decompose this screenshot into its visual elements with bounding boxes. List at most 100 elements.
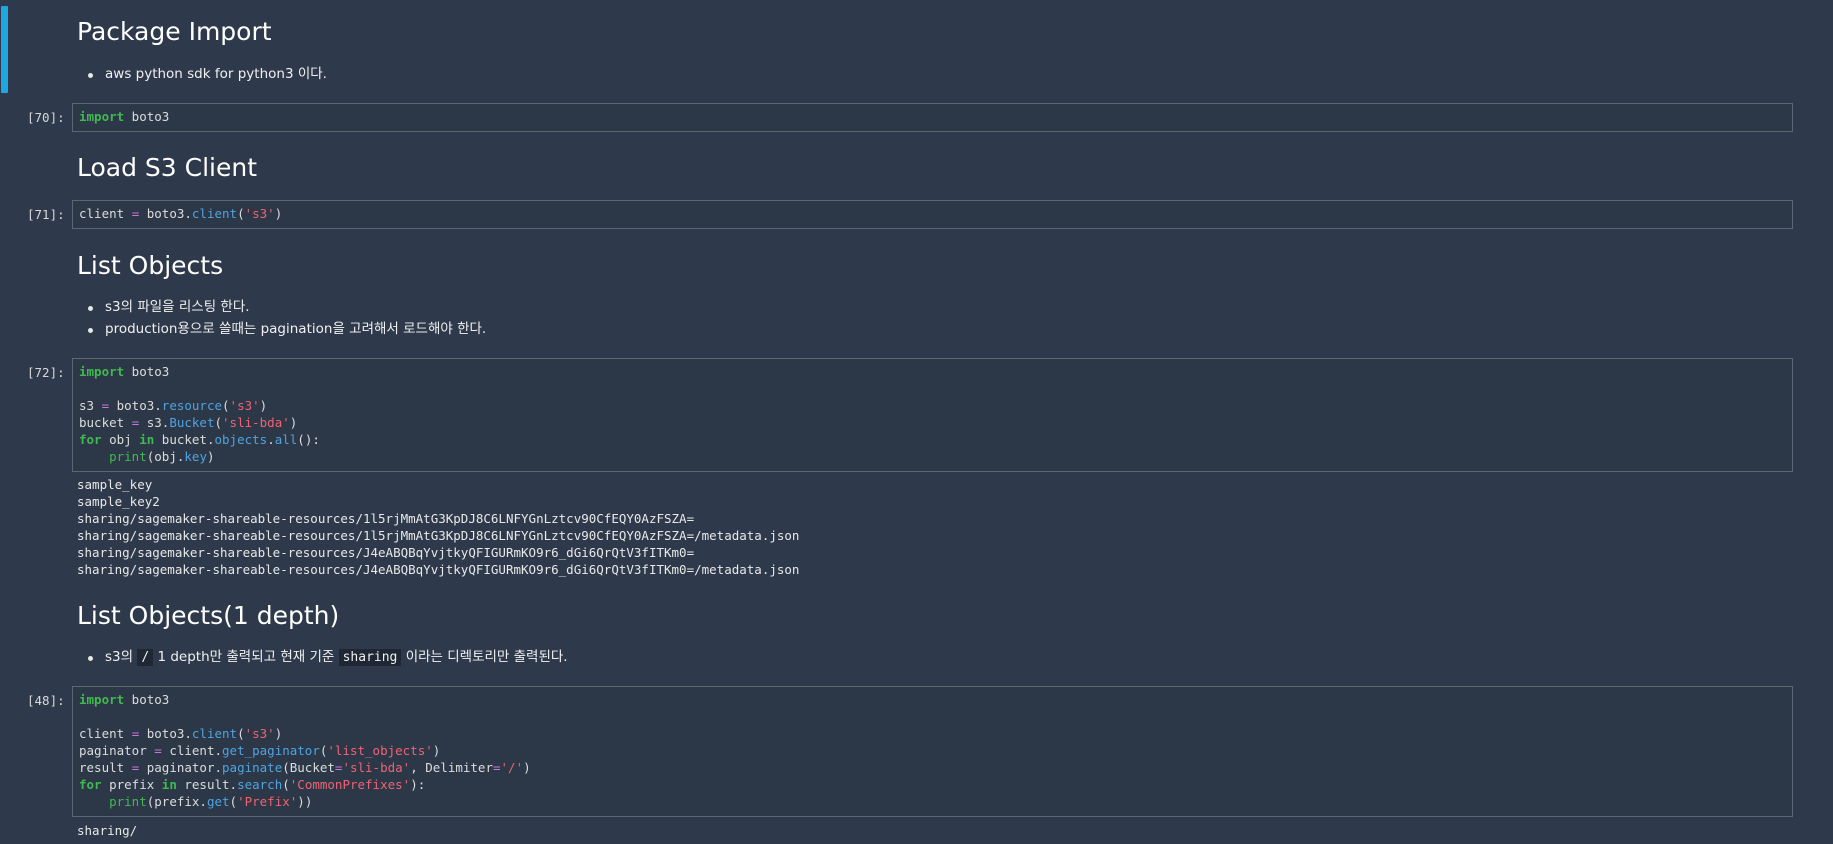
code-keyword: for bbox=[79, 432, 102, 447]
code-token: ( bbox=[237, 206, 245, 221]
heading-load-s3-client: Load S3 Client bbox=[77, 153, 258, 182]
cell-prompt: [72]: bbox=[27, 365, 65, 380]
inline-code: / bbox=[137, 649, 154, 666]
code-keyword: in bbox=[139, 432, 155, 447]
bullet-text: s3의 파일을 리스팅 한다. bbox=[105, 299, 250, 315]
code-token: bucket. bbox=[154, 432, 215, 447]
cell-prompt: [70]: bbox=[27, 110, 65, 125]
list-item: s3의 파일을 리스팅 한다. bbox=[88, 300, 250, 315]
output-line: sample_key bbox=[77, 477, 153, 492]
code-token: bucket bbox=[79, 415, 132, 430]
output-line: sample_key2 bbox=[77, 494, 160, 509]
heading-list-objects: List Objects bbox=[77, 251, 224, 280]
code-cell[interactable]: import boto3 bbox=[72, 103, 1793, 132]
code-string: 's3' bbox=[229, 398, 260, 413]
code-token: boto3 bbox=[124, 109, 170, 124]
code-string: 'sli-bda' bbox=[342, 760, 411, 775]
code-cell[interactable]: import boto3 client = boto3.client('s3')… bbox=[72, 686, 1793, 817]
bullet-text-part: 이라는 디렉토리만 출력된다. bbox=[405, 649, 568, 665]
code-function: paginate bbox=[222, 760, 283, 775]
code-editor[interactable]: import boto3 client = boto3.client('s3')… bbox=[73, 687, 1792, 814]
code-operator: = bbox=[154, 743, 162, 758]
code-editor[interactable]: import boto3 bbox=[73, 104, 1792, 129]
code-token: (): bbox=[297, 432, 320, 447]
code-string: 'list_objects' bbox=[327, 743, 433, 758]
code-function: resource bbox=[161, 398, 223, 413]
code-keyword: import bbox=[79, 692, 125, 707]
code-token: client. bbox=[161, 743, 223, 758]
list-item: production용으로 쓸때는 pagination을 고려해서 로드해야 … bbox=[88, 322, 486, 337]
code-token: ( bbox=[214, 415, 223, 430]
code-function: get_paginator bbox=[222, 743, 320, 758]
code-token: prefix bbox=[101, 777, 162, 792]
code-function: key bbox=[184, 449, 207, 464]
code-token: boto3. bbox=[139, 206, 192, 221]
code-token: ) bbox=[259, 398, 268, 413]
cell-output: sample_key sample_key2 sharing/sagemaker… bbox=[77, 476, 799, 578]
code-function: all bbox=[274, 432, 298, 447]
bullet-text: production용으로 쓸때는 pagination을 고려해서 로드해야 … bbox=[105, 321, 487, 337]
code-cell[interactable]: client = boto3.client('s3') bbox=[72, 200, 1793, 229]
code-token: (prefix. bbox=[146, 794, 207, 809]
output-line: sharing/sagemaker-shareable-resources/J4… bbox=[77, 562, 800, 577]
heading-list-objects-1-depth: List Objects(1 depth) bbox=[77, 601, 340, 630]
code-token: ) bbox=[274, 726, 283, 741]
code-token: . bbox=[267, 432, 275, 447]
code-keyword: import bbox=[79, 109, 125, 124]
bullet-text: aws python sdk for python3 이다. bbox=[105, 66, 327, 82]
code-token: ( bbox=[237, 726, 245, 741]
code-token: paginator bbox=[79, 743, 155, 758]
code-builtin: print bbox=[109, 794, 147, 809]
code-string: 'Prefix' bbox=[237, 794, 298, 809]
code-function: objects bbox=[214, 432, 268, 447]
code-token: client bbox=[79, 206, 132, 221]
cell-output: sharing/ bbox=[77, 822, 137, 839]
cell-prompt: [48]: bbox=[27, 693, 65, 708]
code-token: s3. bbox=[139, 415, 170, 430]
cell-prompt: [71]: bbox=[27, 207, 65, 222]
inline-code: sharing bbox=[338, 649, 402, 666]
code-keyword: import bbox=[79, 364, 125, 379]
code-token: ( bbox=[282, 777, 290, 792]
code-token: boto3. bbox=[109, 398, 162, 413]
code-token: (obj. bbox=[146, 449, 185, 464]
code-function: client bbox=[191, 206, 238, 221]
code-token: ) bbox=[206, 449, 215, 464]
code-string: 'sli-bda' bbox=[222, 415, 290, 430]
code-editor[interactable]: import boto3 s3 = boto3.resource('s3') b… bbox=[73, 359, 1792, 469]
code-token: result. bbox=[176, 777, 238, 792]
code-editor[interactable]: client = boto3.client('s3') bbox=[73, 201, 1792, 226]
code-token: ( bbox=[222, 398, 230, 413]
code-token: ) bbox=[289, 415, 298, 430]
code-token: ): bbox=[410, 777, 426, 792]
output-line: sharing/ bbox=[77, 823, 138, 838]
code-token: , Delimiter bbox=[410, 760, 493, 775]
code-cell[interactable]: import boto3 s3 = boto3.resource('s3') b… bbox=[72, 358, 1793, 472]
code-token: boto3 bbox=[124, 364, 170, 379]
code-string: '/' bbox=[500, 760, 524, 775]
code-token: paginator. bbox=[139, 760, 223, 775]
bullet-text-part: 1 depth만 출력되고 현재 기준 bbox=[157, 649, 335, 665]
code-function: search bbox=[237, 777, 283, 792]
code-token: boto3. bbox=[139, 726, 192, 741]
code-keyword: in bbox=[161, 777, 177, 792]
code-operator: = bbox=[492, 760, 501, 775]
code-builtin: print bbox=[109, 449, 147, 464]
code-token: result bbox=[79, 760, 132, 775]
output-line: sharing/sagemaker-shareable-resources/J4… bbox=[77, 545, 695, 560]
code-token: client bbox=[79, 726, 132, 741]
code-function: Bucket bbox=[169, 415, 215, 430]
code-token: (Bucket bbox=[282, 760, 335, 775]
code-string: 's3' bbox=[244, 206, 275, 221]
output-line: sharing/sagemaker-shareable-resources/1l… bbox=[77, 511, 695, 526]
heading-package-import: Package Import bbox=[77, 17, 272, 46]
output-line: sharing/sagemaker-shareable-resources/1l… bbox=[77, 528, 800, 543]
code-function: get bbox=[206, 794, 230, 809]
active-cell-indicator[interactable] bbox=[1, 6, 8, 93]
code-token: ( bbox=[229, 794, 238, 809]
code-operator: = bbox=[101, 398, 110, 413]
notebook: Package Import aws python sdk for python… bbox=[0, 0, 1833, 844]
code-token: boto3 bbox=[124, 692, 170, 707]
code-token: )) bbox=[297, 794, 313, 809]
